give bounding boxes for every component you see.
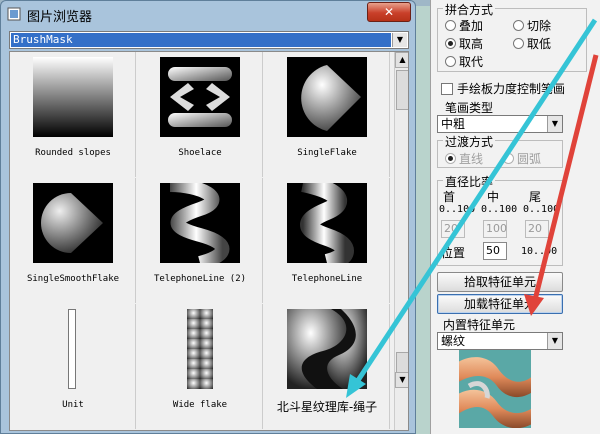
picture-browser-window: 图片浏览器 ✕ BrushMask ▼ Rounded slopes Shoel… — [0, 0, 416, 434]
header-start: 首 — [443, 190, 456, 204]
thumbnail-caption: Shoelace — [178, 148, 222, 158]
app-icon — [7, 7, 21, 21]
blend-mode-title: 拼合方式 — [443, 1, 496, 18]
telephoneline-2-image — [160, 183, 240, 263]
builtin-feature-title: 内置特征单元 — [441, 316, 518, 333]
chevron-up-icon[interactable]: ▲ — [395, 52, 408, 68]
chevron-down-icon[interactable]: ▼ — [395, 372, 408, 388]
builtin-feature-value: 螺纹 — [441, 334, 466, 348]
radio-overlay[interactable]: 叠加 — [445, 17, 483, 34]
thumbnail-item-rope[interactable]: 北斗星纹理库-绳子 — [264, 304, 390, 429]
header-end: 尾 — [529, 190, 542, 204]
title-bar[interactable]: 图片浏览器 ✕ — [1, 1, 415, 27]
scrollbar-thumb[interactable] — [396, 70, 408, 110]
radio-label: 圆弧 — [517, 152, 542, 166]
stroke-type-title: 笔画类型 — [443, 99, 496, 116]
thumbnail-item-rounded-slopes[interactable]: Rounded slopes — [10, 52, 136, 177]
radio-icon — [513, 38, 524, 49]
checkbox-icon — [441, 83, 453, 95]
rounded-slopes-image — [33, 57, 113, 137]
header-middle: 中 — [487, 190, 500, 204]
close-button[interactable]: ✕ — [367, 2, 411, 22]
thumbnail-item-unit[interactable]: Unit — [10, 304, 136, 429]
texture-set-dropdown[interactable]: BrushMask ▼ — [9, 31, 409, 49]
chevron-down-icon[interactable]: ▼ — [547, 116, 562, 132]
stroke-type-select[interactable]: 中粗 ▼ — [437, 115, 563, 133]
rope-image — [287, 309, 367, 389]
thumbnail-item-telephoneline[interactable]: TelephoneLine — [264, 178, 390, 303]
thumbnail-caption: 北斗星纹理库-绳子 — [276, 400, 378, 414]
radio-icon — [445, 20, 456, 31]
radio-label: 直线 — [459, 152, 484, 166]
start-ratio-field[interactable]: 20 — [441, 220, 465, 238]
chevron-down-icon[interactable]: ▼ — [547, 333, 562, 349]
thumbnail-grid: Rounded slopes Shoelace SingleFlake Sing… — [9, 51, 409, 431]
tablet-pressure-checkbox[interactable]: 手绘板力度控制笔画 — [441, 80, 565, 97]
thumbnail-item-wide-flake[interactable]: Wide flake — [137, 304, 263, 429]
thumbnail-item-singlesmoothflake[interactable]: SingleSmoothFlake — [10, 178, 136, 303]
position-range: 10..90 — [521, 246, 558, 257]
range-start: 0..100 — [439, 204, 476, 215]
thumbnail-item-telephoneline-2[interactable]: TelephoneLine (2) — [137, 178, 263, 303]
radio-label: 叠加 — [459, 19, 484, 33]
pick-feature-unit-button[interactable]: 拾取特征单元 — [437, 272, 563, 292]
thumbnail-caption: Wide flake — [172, 400, 228, 410]
end-ratio-field[interactable]: 20 — [525, 220, 549, 238]
thumbnail-caption: Rounded slopes — [35, 148, 111, 158]
texture-set-selected: BrushMask — [11, 33, 391, 47]
radio-selected-icon — [445, 38, 456, 49]
vertical-scrollbar[interactable]: ▲ ▼ — [394, 52, 408, 430]
thumbnail-caption: SingleSmoothFlake — [26, 274, 120, 284]
chevron-down-icon[interactable]: ▼ — [392, 33, 407, 47]
thumbnail-item-shoelace[interactable]: Shoelace — [137, 52, 263, 177]
radio-label: 取低 — [527, 37, 552, 51]
singleflake-image — [287, 57, 367, 137]
checkbox-label: 手绘板力度控制笔画 — [457, 82, 566, 96]
singlesmoothflake-image — [33, 183, 113, 263]
stroke-type-value: 中粗 — [441, 117, 466, 131]
position-field[interactable]: 50 — [483, 242, 507, 260]
radio-straight[interactable]: 直线 — [445, 150, 483, 167]
thumbnail-caption: TelephoneLine (2) — [153, 274, 247, 284]
radio-min[interactable]: 取低 — [513, 35, 551, 52]
stroke-settings-panel: 拼合方式 叠加 切除 取高 取低 取代 手绘板力度控制笔画 笔画类型 中粗 ▼ … — [430, 0, 600, 434]
radio-replace[interactable]: 取代 — [445, 53, 483, 70]
radio-icon — [445, 56, 456, 67]
radio-icon — [513, 20, 524, 31]
load-feature-unit-button[interactable]: 加载特征单元 — [437, 294, 563, 314]
radio-selected-icon — [445, 153, 456, 164]
thumbnail-caption: Unit — [62, 400, 84, 410]
telephoneline-image — [287, 183, 367, 263]
thumbnail-item-singleflake[interactable]: SingleFlake — [264, 52, 390, 177]
radio-icon — [503, 153, 514, 164]
builtin-feature-select[interactable]: 螺纹 ▼ — [437, 332, 563, 350]
shoelace-image — [160, 57, 240, 137]
thumbnail-caption: SingleFlake — [297, 148, 357, 158]
position-label: 位置 — [441, 246, 466, 260]
range-middle: 0..100 — [481, 204, 518, 215]
radio-label: 取高 — [459, 37, 484, 51]
window-title: 图片浏览器 — [27, 10, 93, 25]
radio-arc[interactable]: 圆弧 — [503, 150, 541, 167]
middle-ratio-field[interactable]: 100 — [483, 220, 507, 238]
thumbnail-caption: TelephoneLine — [291, 274, 363, 284]
range-end: 0..100 — [523, 204, 560, 215]
radio-cut[interactable]: 切除 — [513, 17, 551, 34]
radio-label: 切除 — [527, 19, 552, 33]
transition-title: 过渡方式 — [443, 133, 496, 150]
unit-image — [68, 309, 76, 389]
radio-label: 取代 — [459, 55, 484, 69]
radio-max[interactable]: 取高 — [445, 35, 483, 52]
feature-preview — [459, 350, 531, 428]
wide-flake-image — [187, 309, 213, 389]
